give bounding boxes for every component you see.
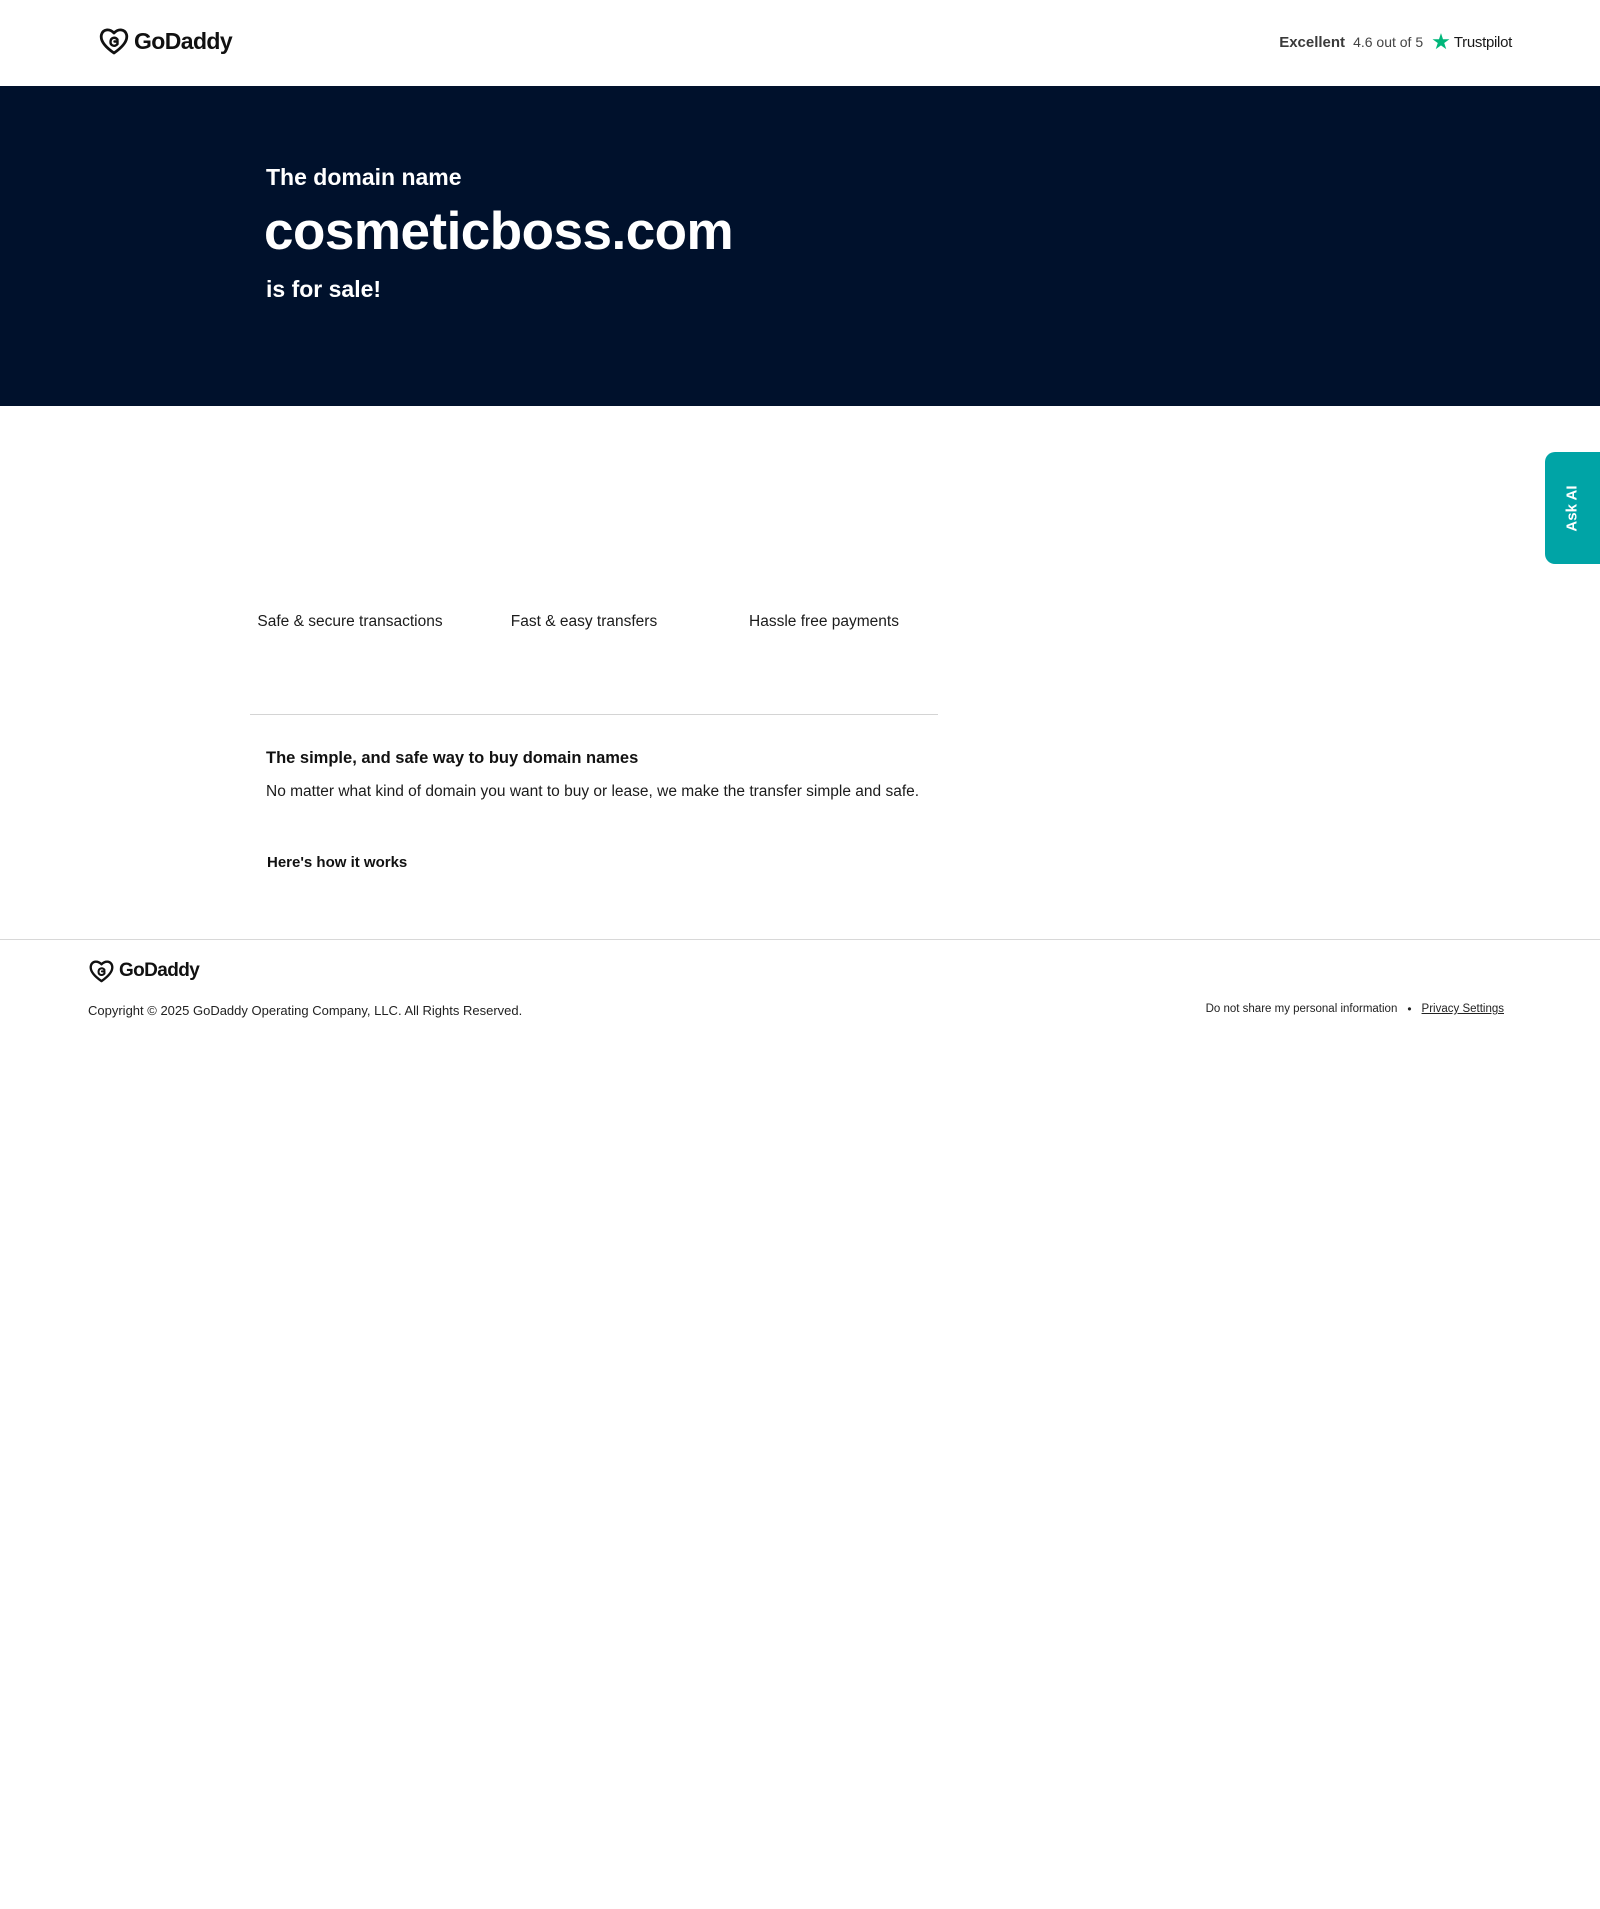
hero-banner: The domain name cosmeticboss.com is for … (0, 86, 1600, 406)
footer-logo-text: GoDaddy (119, 960, 200, 981)
privacy-settings-link[interactable]: Privacy Settings (1422, 1003, 1504, 1015)
feature-safe-secure: Safe & secure transactions (257, 613, 443, 630)
do-not-share-link[interactable]: Do not share my personal information (1206, 1003, 1398, 1015)
link-separator: • (1407, 1002, 1412, 1016)
rating-score: 4.6 out of 5 (1353, 34, 1424, 50)
hero-post-text: is for sale! (266, 276, 382, 302)
trustpilot-name: Trustpilot (1453, 33, 1512, 51)
footer-divider (0, 939, 1600, 940)
rating-label: Excellent (1279, 33, 1346, 51)
star-icon: ★ (1431, 29, 1451, 54)
how-it-works-link[interactable]: Here's how it works (267, 854, 407, 871)
ask-ai-label: Ask AI (1563, 484, 1581, 532)
info-title: The simple, and safe way to buy domain n… (266, 749, 639, 767)
godaddy-heart-icon (99, 28, 129, 55)
info-body: No matter what kind of domain you want t… (266, 783, 920, 800)
godaddy-heart-icon (89, 960, 114, 983)
trustpilot-rating[interactable]: Excellent 4.6 out of 5 ★ Trustpilot (1279, 28, 1512, 56)
copyright-text: Copyright © 2025 GoDaddy Operating Compa… (88, 1003, 523, 1018)
hero-pre-text: The domain name (266, 164, 462, 190)
footer-links: Do not share my personal information • P… (1206, 1002, 1504, 1016)
features-list: Safe & secure transactions Fast & easy t… (250, 610, 938, 680)
domain-name: cosmeticboss.com (264, 202, 734, 261)
ask-ai-button[interactable]: Ask AI (1545, 452, 1600, 564)
godaddy-logo[interactable]: GoDaddy (98, 26, 233, 56)
feature-fast-transfers: Fast & easy transfers (510, 613, 658, 630)
footer-godaddy-logo[interactable]: GoDaddy (88, 958, 200, 984)
feature-hassle-free: Hassle free payments (749, 613, 899, 630)
page: GoDaddy Excellent 4.6 out of 5 ★ Trustpi… (0, 0, 1600, 1909)
logo-text: GoDaddy (134, 27, 233, 54)
trustpilot-brand: ★ Trustpilot (1431, 31, 1512, 53)
site-header: GoDaddy Excellent 4.6 out of 5 ★ Trustpi… (0, 0, 1600, 86)
section-divider (250, 714, 938, 715)
